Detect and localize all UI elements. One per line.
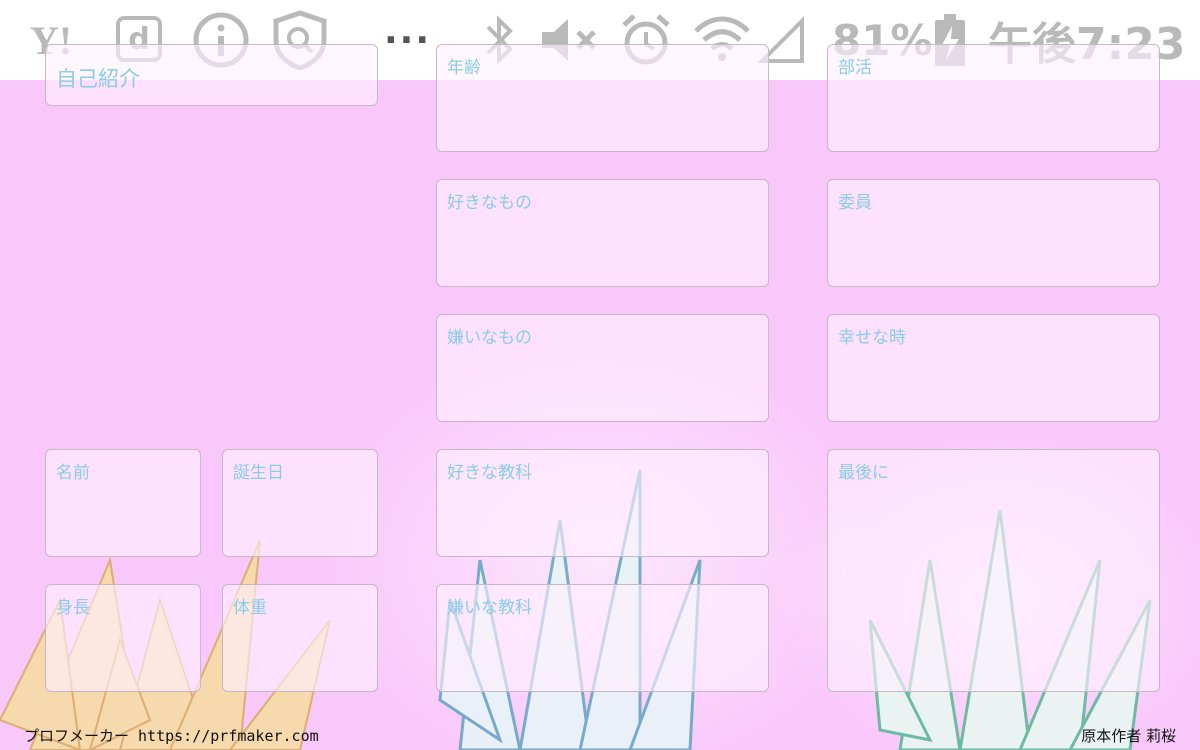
footer-author-credit: 原本作者 莉桜 bbox=[1081, 727, 1176, 745]
birthday-box[interactable]: 誕生日 bbox=[222, 449, 378, 557]
dislikes-label: 嫌いなもの bbox=[447, 328, 532, 348]
happy-time-box[interactable]: 幸せな時 bbox=[827, 314, 1160, 422]
title-label: 自己紹介 bbox=[56, 67, 140, 91]
title-box: 自己紹介 bbox=[45, 44, 378, 106]
disliked-subject-box[interactable]: 嫌いな教科 bbox=[436, 584, 769, 692]
height-box[interactable]: 身長 bbox=[45, 584, 201, 692]
likes-label: 好きなもの bbox=[447, 193, 532, 213]
disliked-subject-label: 嫌いな教科 bbox=[447, 598, 532, 618]
committee-box[interactable]: 委員 bbox=[827, 179, 1160, 287]
favorite-subject-box[interactable]: 好きな教科 bbox=[436, 449, 769, 557]
more-notifications-icon: ··· bbox=[384, 19, 432, 61]
footer-site-credit: プロフメーカー https://prfmaker.com bbox=[24, 727, 319, 745]
weight-label: 体重 bbox=[233, 598, 267, 618]
committee-label: 委員 bbox=[838, 193, 872, 213]
final-message-label: 最後に bbox=[838, 463, 889, 483]
height-label: 身長 bbox=[56, 598, 90, 618]
club-box[interactable]: 部活 bbox=[827, 44, 1160, 152]
dislikes-box[interactable]: 嫌いなもの bbox=[436, 314, 769, 422]
happy-time-label: 幸せな時 bbox=[838, 328, 906, 348]
name-box[interactable]: 名前 bbox=[45, 449, 201, 557]
age-box[interactable]: 年齢 bbox=[436, 44, 769, 152]
final-message-box[interactable]: 最後に bbox=[827, 449, 1160, 692]
age-label: 年齢 bbox=[447, 58, 481, 78]
likes-box[interactable]: 好きなもの bbox=[436, 179, 769, 287]
favorite-subject-label: 好きな教科 bbox=[447, 463, 532, 483]
club-label: 部活 bbox=[838, 58, 872, 78]
weight-box[interactable]: 体重 bbox=[222, 584, 378, 692]
birthday-label: 誕生日 bbox=[233, 463, 284, 483]
name-label: 名前 bbox=[56, 463, 90, 483]
